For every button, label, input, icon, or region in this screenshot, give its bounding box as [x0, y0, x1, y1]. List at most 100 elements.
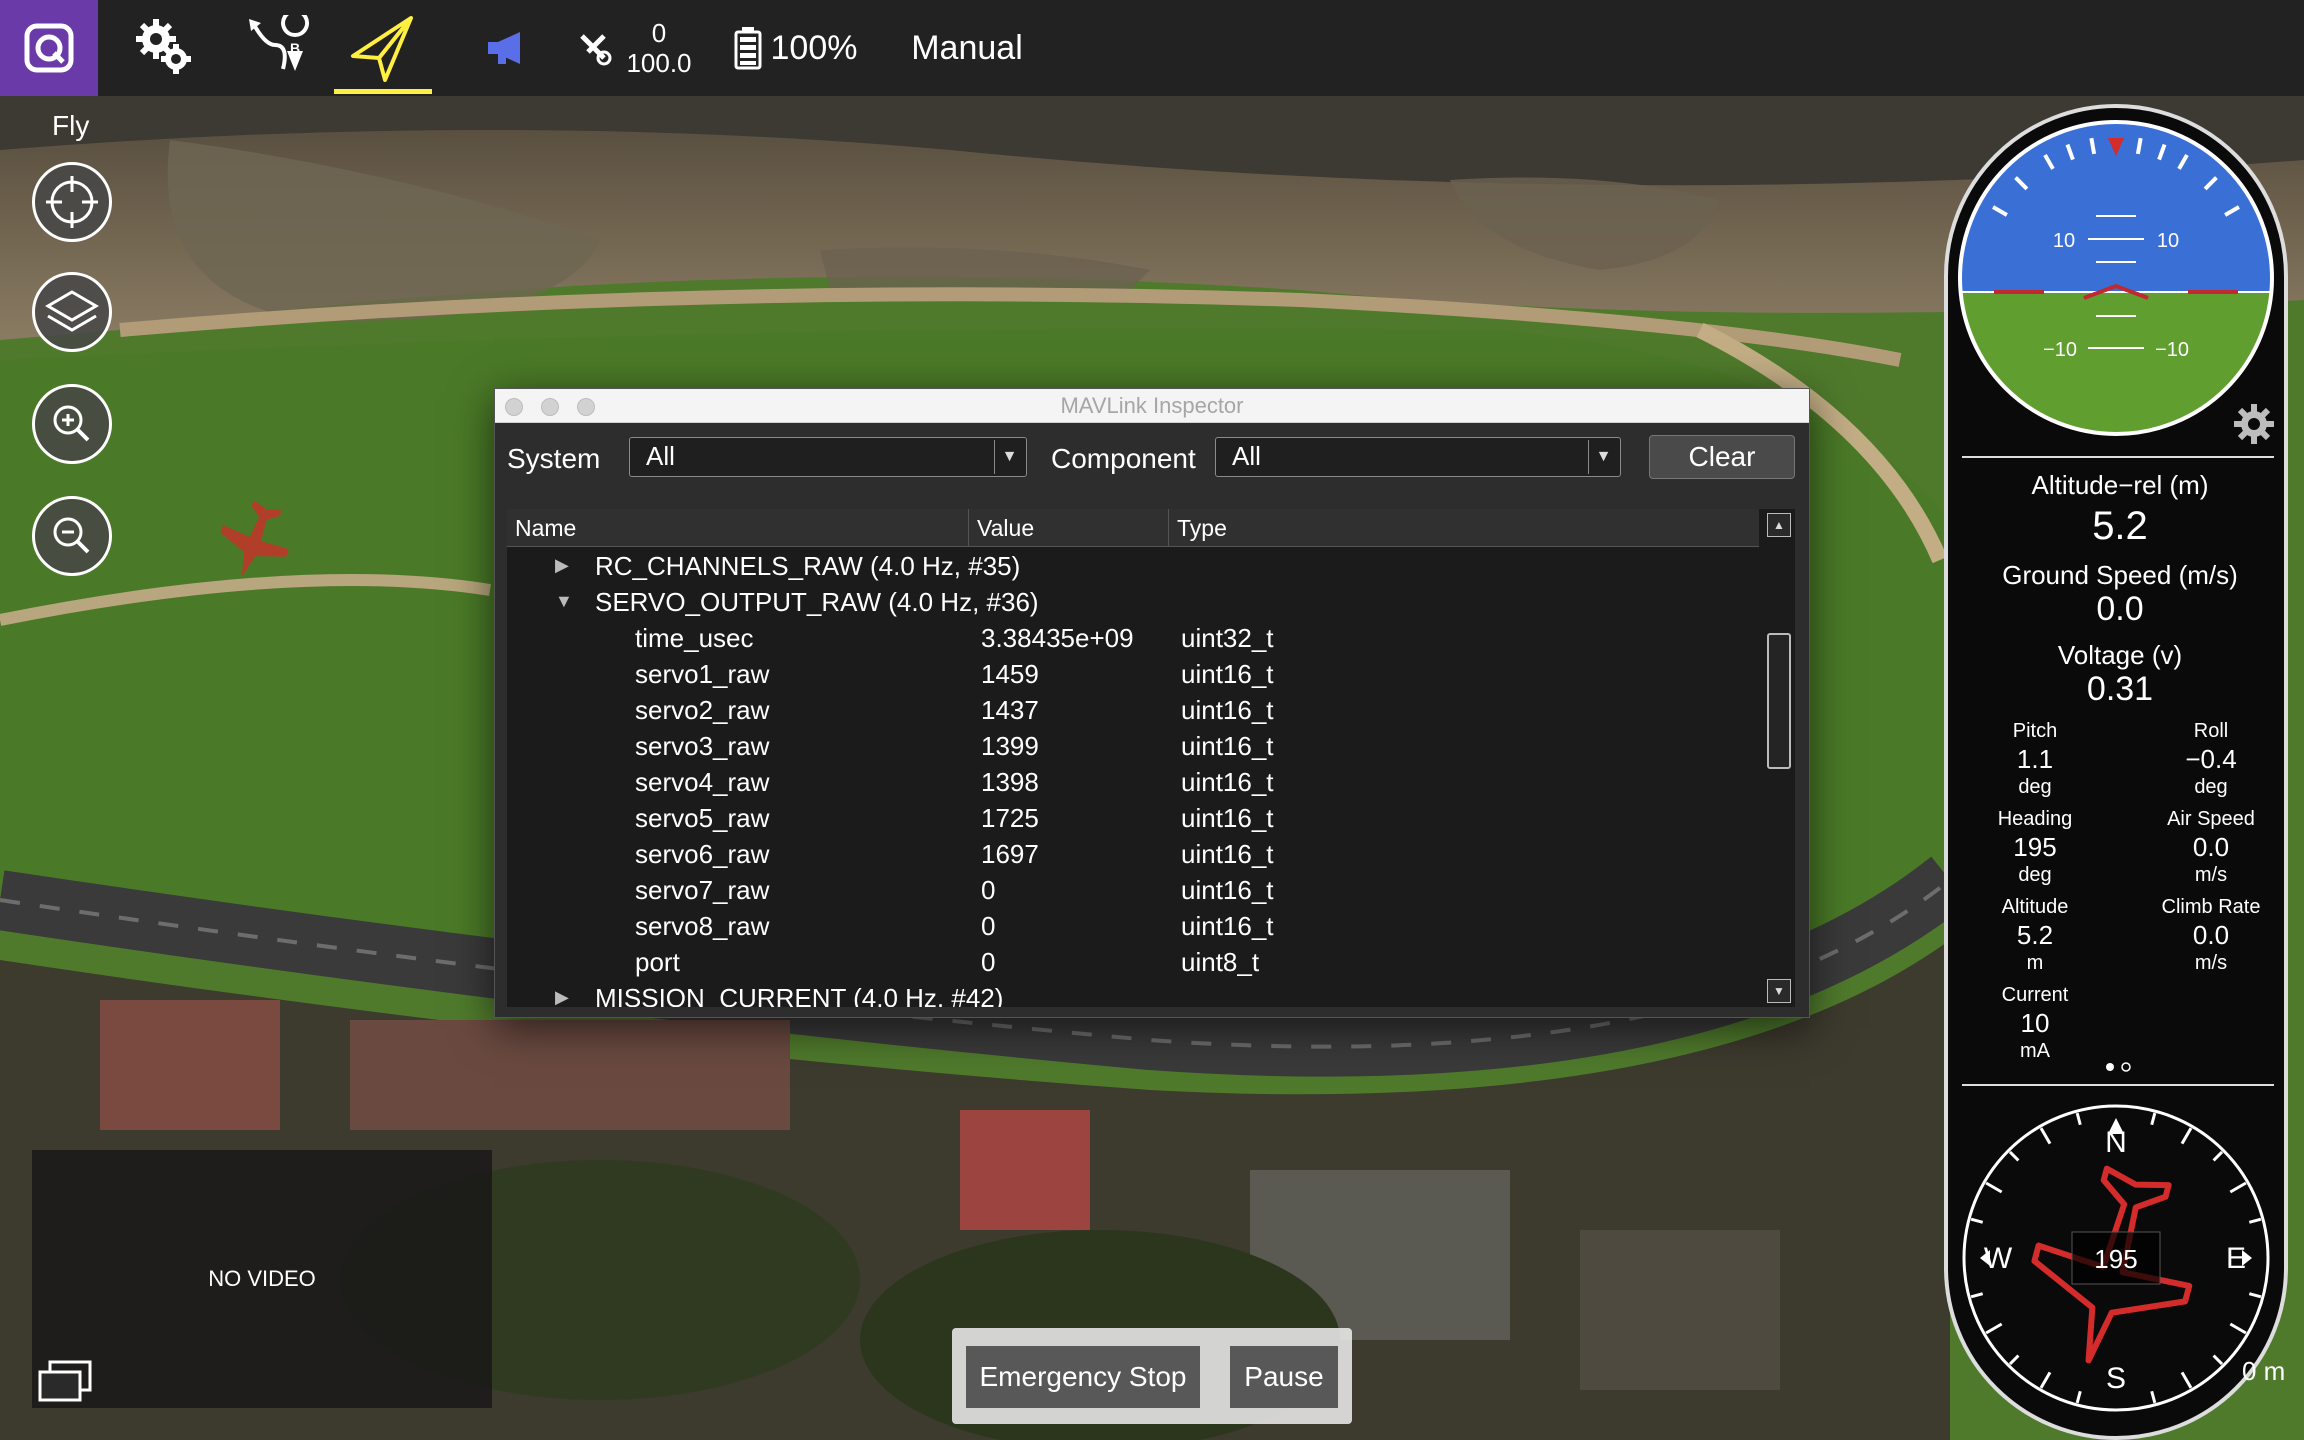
- scroll-thumb[interactable]: [1767, 633, 1791, 769]
- altitude-rel-value: 5.2: [2092, 504, 2148, 548]
- cell-unit: m/s: [2194, 864, 2228, 886]
- row-name: servo8_raw: [635, 911, 770, 941]
- system-select[interactable]: All ▼: [629, 437, 1027, 477]
- row-type: uint16_t: [1181, 875, 1274, 905]
- qgc-logo-button[interactable]: [0, 0, 98, 96]
- plan-view-button[interactable]: B: [228, 0, 332, 96]
- chevron-down-icon: ▼: [1588, 440, 1618, 474]
- row-value: 1725: [981, 803, 1039, 833]
- attitude-indicator: 10 10 −10 −10: [1958, 120, 2274, 436]
- rc-rssi-indicator[interactable]: 0 100.0: [558, 0, 708, 96]
- row-name: port: [635, 947, 680, 977]
- clear-button[interactable]: Clear: [1649, 435, 1795, 479]
- center-map-button[interactable]: [32, 162, 112, 242]
- row-type: uint8_t: [1181, 947, 1260, 977]
- cell-title: Heading: [1997, 808, 2073, 830]
- row-name: servo4_raw: [635, 767, 770, 797]
- message-tree[interactable]: Name Value Type ▶ RC_CHANNELS_RAW (4.0 Hz…: [507, 509, 1795, 1007]
- minimize-window-button[interactable]: [541, 398, 559, 416]
- row-type: uint16_t: [1181, 731, 1274, 761]
- video-pane[interactable]: NO VIDEO: [32, 1150, 492, 1408]
- battery-indicator[interactable]: 100%: [720, 0, 870, 96]
- flight-mode-menu[interactable]: Manual: [882, 0, 1052, 96]
- system-label: System: [507, 443, 601, 474]
- settings-view-button[interactable]: [98, 0, 228, 96]
- field-row[interactable]: servo3_raw 1399 uint16_t: [507, 729, 1759, 765]
- field-row[interactable]: servo7_raw 0 uint16_t: [507, 873, 1759, 909]
- field-row[interactable]: servo6_raw 1697 uint16_t: [507, 837, 1759, 873]
- window-title: MAVLink Inspector: [1060, 393, 1244, 418]
- message-row[interactable]: ▶ RC_CHANNELS_RAW (4.0 Hz, #35): [507, 549, 1759, 585]
- field-row[interactable]: time_usec 3.38435e+09 uint32_t: [507, 621, 1759, 657]
- fly-view-button[interactable]: [334, 0, 432, 96]
- page-indicator[interactable]: [2100, 1060, 2136, 1074]
- swap-video-button[interactable]: [36, 1358, 96, 1409]
- emergency-stop-button[interactable]: Emergency Stop: [966, 1346, 1200, 1408]
- qgc-logo-icon: [24, 23, 74, 73]
- ground-speed-label: Ground Speed (m/s): [2002, 560, 2238, 590]
- instrument-panel: 10 10 −10 −10 Altitude−rel (m) 5.2 Groun…: [1944, 104, 2288, 1440]
- settings-icon[interactable]: [2230, 400, 2278, 448]
- roll-cell: Roll −0.4 deg: [2126, 718, 2284, 800]
- cell-unit: deg: [2194, 776, 2228, 798]
- component-select-value: All: [1232, 441, 1261, 471]
- field-row[interactable]: servo8_raw 0 uint16_t: [507, 909, 1759, 945]
- collapsed-caret-icon[interactable]: ▶: [555, 555, 569, 576]
- row-type: uint16_t: [1181, 803, 1274, 833]
- voltage-label: Voltage (v): [2057, 640, 2183, 670]
- field-row[interactable]: servo2_raw 1437 uint16_t: [507, 693, 1759, 729]
- maximize-window-button[interactable]: [577, 398, 595, 416]
- cell-value: 0.0: [2192, 920, 2230, 950]
- row-value: 3.38435e+09: [981, 623, 1134, 653]
- column-header-value[interactable]: Value: [969, 509, 1169, 547]
- vehicle-marker[interactable]: [210, 495, 300, 585]
- cell-value: 10: [2020, 1008, 2050, 1038]
- cell-title: Climb Rate: [2161, 896, 2261, 918]
- heading-cell: Heading 195 deg: [1950, 806, 2120, 888]
- column-header-type[interactable]: Type: [1169, 509, 1759, 547]
- message-row[interactable]: ▶ MISSION_CURRENT (4.0 Hz, #42): [507, 981, 1759, 1007]
- pause-button[interactable]: Pause: [1230, 1346, 1338, 1408]
- row-name: servo1_raw: [635, 659, 770, 689]
- message-row[interactable]: ▼ SERVO_OUTPUT_RAW (4.0 Hz, #36): [507, 585, 1759, 621]
- mavlink-inspector-window: MAVLink Inspector System All ▼ Component…: [494, 388, 1810, 1018]
- pitch-ladder-label: −10: [2155, 339, 2189, 361]
- no-video-label: NO VIDEO: [208, 1266, 316, 1291]
- scroll-down-icon[interactable]: ▼: [1767, 979, 1791, 1003]
- divider: [1962, 1084, 2274, 1086]
- compass: 195 N S E W: [1962, 1104, 2270, 1412]
- rc-value: 0: [651, 18, 667, 48]
- scroll-up-icon[interactable]: ▲: [1767, 513, 1791, 537]
- field-row[interactable]: servo1_raw 1459 uint16_t: [507, 657, 1759, 693]
- climb-rate-cell: Climb Rate 0.0 m/s: [2126, 894, 2284, 976]
- collapsed-caret-icon[interactable]: ▶: [555, 987, 569, 1007]
- current-cell: Current 10 mA: [1950, 982, 2120, 1064]
- plan-icon: B: [249, 15, 310, 71]
- cell-value: 195: [2013, 832, 2057, 862]
- cell-unit: m: [2026, 952, 2044, 974]
- center-icon: [46, 176, 98, 228]
- field-row[interactable]: port 0 uint8_t: [507, 945, 1759, 981]
- row-type: uint32_t: [1181, 623, 1274, 653]
- messages-button[interactable]: [454, 0, 558, 96]
- vertical-scrollbar[interactable]: ▲ ▼: [1759, 509, 1795, 1007]
- compass-heading: 195: [2094, 1244, 2137, 1274]
- window-titlebar[interactable]: MAVLink Inspector: [495, 389, 1809, 423]
- cell-value: 5.2: [2016, 920, 2054, 950]
- field-row[interactable]: servo4_raw 1398 uint16_t: [507, 765, 1759, 801]
- zoom-out-button[interactable]: [32, 496, 112, 576]
- row-name: time_usec: [635, 623, 754, 653]
- pitch-ladder-label: 10: [2053, 230, 2075, 252]
- zoom-in-button[interactable]: [32, 384, 112, 464]
- field-row[interactable]: servo5_raw 1725 uint16_t: [507, 801, 1759, 837]
- svg-text:B: B: [290, 40, 300, 56]
- altitude-cell: Altitude 5.2 m: [1950, 894, 2120, 976]
- column-header-name[interactable]: Name: [507, 509, 969, 547]
- component-select[interactable]: All ▼: [1215, 437, 1621, 477]
- close-window-button[interactable]: [505, 398, 523, 416]
- altitude-rel-label: Altitude−rel (m): [2031, 470, 2209, 500]
- expanded-caret-icon[interactable]: ▼: [555, 591, 573, 612]
- zoom-in-icon: [53, 405, 90, 442]
- map-layers-button[interactable]: [32, 272, 112, 352]
- cell-value: −0.4: [2185, 744, 2237, 774]
